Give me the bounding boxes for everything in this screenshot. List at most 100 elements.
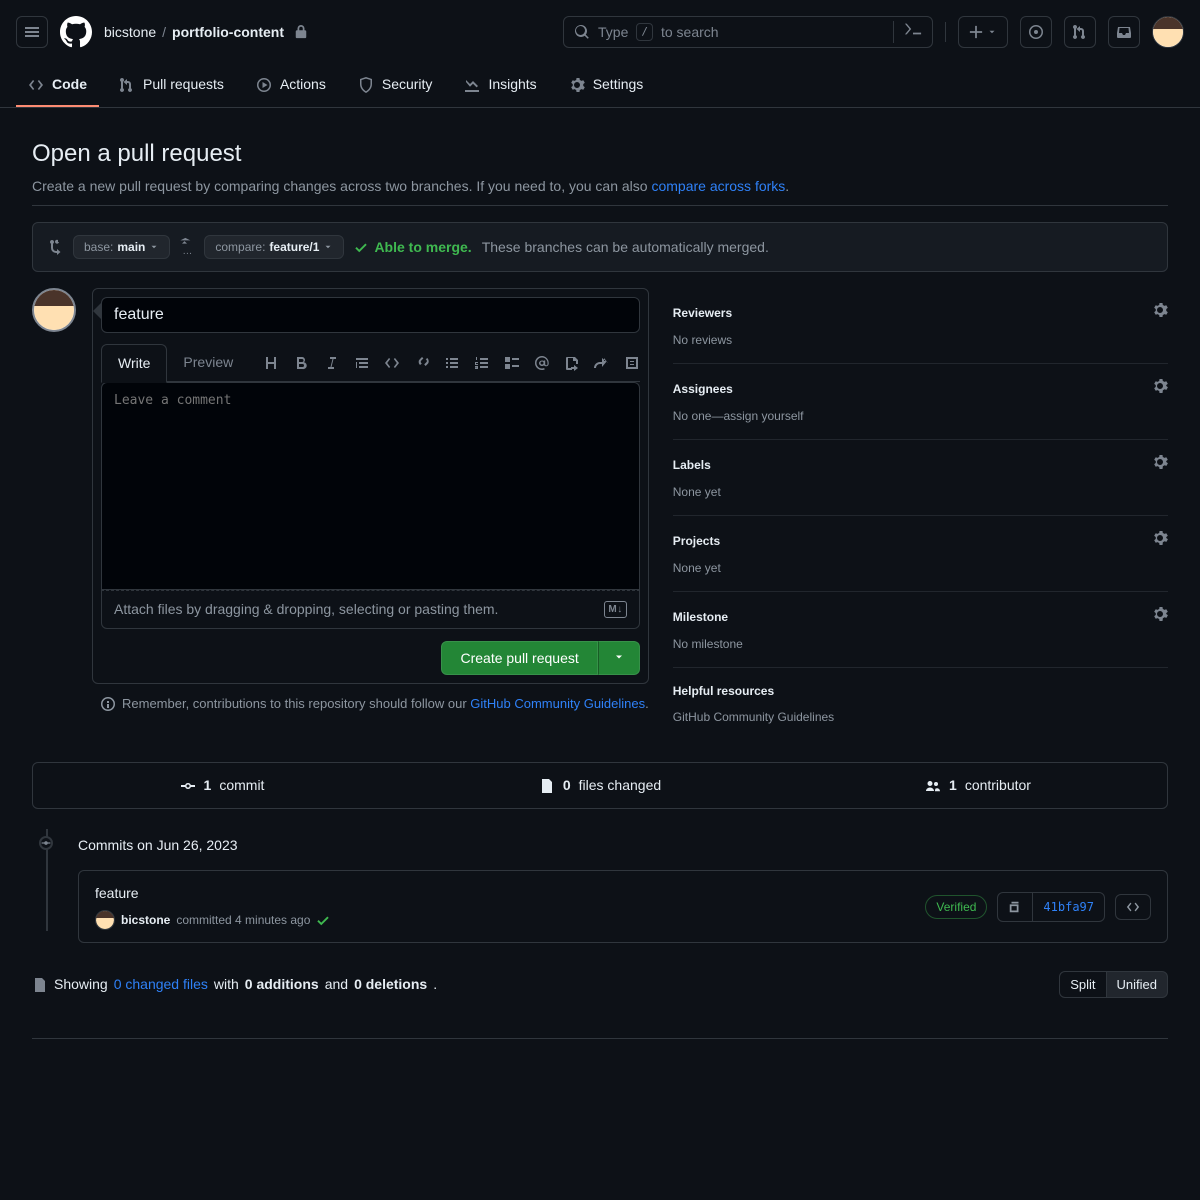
base-branch-selector[interactable]: base: main	[73, 235, 170, 259]
inbox-icon	[1116, 24, 1132, 40]
create-pr-button[interactable]: Create pull request	[441, 641, 597, 675]
tab-actions[interactable]: Actions	[244, 64, 338, 107]
timeline-dot-icon	[39, 836, 53, 850]
cross-reference-icon[interactable]	[564, 355, 580, 371]
commit-title[interactable]: feature	[95, 883, 330, 904]
people-icon	[925, 778, 941, 794]
page-subtitle: Create a new pull request by comparing c…	[32, 176, 1168, 197]
commit-group-header: Commits on Jun 26, 2023	[56, 829, 1168, 870]
compare-range-bar: base: main … compare: feature/1 Able to …	[32, 222, 1168, 272]
diff-icon[interactable]	[624, 355, 640, 371]
commit-author-avatar[interactable]	[95, 910, 115, 930]
create-pr-dropdown[interactable]	[598, 641, 640, 675]
pull-requests-button[interactable]	[1064, 16, 1096, 48]
community-guidelines-link[interactable]: GitHub Community Guidelines	[470, 696, 645, 711]
file-diff-icon	[539, 778, 555, 794]
tab-preview[interactable]: Preview	[167, 344, 249, 381]
reviewers-header[interactable]: Reviewers	[673, 304, 732, 322]
git-pull-request-icon	[1072, 24, 1088, 40]
browse-code-button[interactable]	[1115, 894, 1151, 920]
diff-summary: Showing 0 changed files with 0 additions…	[32, 971, 1168, 998]
mention-icon[interactable]	[534, 355, 550, 371]
stat-files[interactable]: 0 files changed	[411, 763, 789, 808]
stat-contributors[interactable]: 1 contributor	[789, 763, 1167, 808]
milestone-header[interactable]: Milestone	[673, 608, 728, 626]
chevron-down-icon	[613, 651, 625, 663]
tab-settings[interactable]: Settings	[557, 64, 656, 107]
author-avatar	[32, 288, 76, 332]
lock-icon	[294, 25, 308, 39]
commit-author[interactable]: bicstone	[121, 911, 170, 929]
copy-sha-button[interactable]	[997, 892, 1033, 922]
pr-title-input[interactable]	[101, 297, 640, 333]
verified-badge[interactable]: Verified	[925, 895, 987, 919]
command-palette-icon[interactable]	[893, 21, 922, 43]
issue-icon	[1028, 24, 1044, 40]
copy-icon	[1008, 900, 1022, 914]
gear-icon[interactable]	[1152, 454, 1168, 475]
labels-header[interactable]: Labels	[673, 456, 711, 474]
info-icon	[100, 696, 116, 712]
pr-form: Write Preview	[92, 288, 649, 684]
ordered-list-icon[interactable]	[474, 355, 490, 371]
reply-icon[interactable]	[594, 355, 610, 371]
compare-branch-selector[interactable]: compare: feature/1	[204, 235, 344, 259]
git-compare-icon	[47, 239, 63, 255]
check-icon	[354, 240, 368, 254]
search-icon	[574, 24, 590, 40]
unordered-list-icon[interactable]	[444, 355, 460, 371]
assignees-header[interactable]: Assignees	[673, 380, 733, 398]
issues-button[interactable]	[1020, 16, 1052, 48]
file-diff-icon	[32, 977, 48, 993]
diff-mode-unified[interactable]: Unified	[1107, 971, 1168, 998]
plus-icon	[969, 25, 983, 39]
link-icon[interactable]	[414, 355, 430, 371]
help-guidelines-link[interactable]: GitHub Community Guidelines	[673, 710, 834, 724]
gear-icon[interactable]	[1152, 530, 1168, 551]
stat-commits[interactable]: 1 commit	[33, 763, 411, 808]
italic-icon[interactable]	[324, 355, 340, 371]
task-list-icon[interactable]	[504, 355, 520, 371]
user-avatar[interactable]	[1152, 16, 1184, 48]
commit-sha[interactable]: 41bfa97	[1033, 892, 1105, 922]
comment-textarea[interactable]	[102, 383, 639, 583]
tab-write[interactable]: Write	[101, 344, 167, 383]
gear-icon[interactable]	[1152, 606, 1168, 627]
quote-icon[interactable]	[354, 355, 370, 371]
bold-icon[interactable]	[294, 355, 310, 371]
menu-icon	[24, 24, 40, 40]
gear-icon[interactable]	[1152, 302, 1168, 323]
breadcrumb: bicstone / portfolio-content	[104, 22, 308, 43]
repo-nav: Code Pull requests Actions Security Insi…	[0, 64, 1200, 108]
heading-icon[interactable]	[264, 355, 280, 371]
commit-row: feature bicstone committed 4 minutes ago…	[78, 870, 1168, 943]
tab-pull-requests[interactable]: Pull requests	[107, 64, 236, 107]
hamburger-button[interactable]	[16, 16, 48, 48]
repo-owner[interactable]: bicstone	[104, 22, 156, 43]
projects-header[interactable]: Projects	[673, 532, 720, 550]
notifications-button[interactable]	[1108, 16, 1140, 48]
check-icon	[316, 913, 330, 927]
swap-branches[interactable]: …	[180, 237, 194, 257]
search-input[interactable]: Type / to search	[563, 16, 933, 48]
attach-hint[interactable]: Attach files by dragging & dropping, sel…	[101, 590, 640, 629]
commits-timeline: Commits on Jun 26, 2023 feature bicstone…	[32, 829, 1168, 943]
tab-security[interactable]: Security	[346, 64, 445, 107]
chevron-down-icon	[149, 242, 159, 252]
tab-insights[interactable]: Insights	[452, 64, 548, 107]
code-icon[interactable]	[384, 355, 400, 371]
page-title: Open a pull request	[32, 136, 1168, 172]
tab-code[interactable]: Code	[16, 64, 99, 107]
markdown-icon[interactable]: M↓	[604, 601, 626, 618]
compare-across-forks-link[interactable]: compare across forks	[651, 178, 785, 194]
repo-name[interactable]: portfolio-content	[172, 22, 284, 43]
create-new-button[interactable]	[958, 16, 1008, 48]
markdown-toolbar	[264, 355, 640, 371]
commit-icon	[180, 778, 196, 794]
diff-mode-split[interactable]: Split	[1059, 971, 1106, 998]
changed-files-link[interactable]: 0 changed files	[114, 974, 208, 995]
gear-icon[interactable]	[1152, 378, 1168, 399]
assign-yourself-link[interactable]: assign yourself	[723, 409, 803, 423]
github-logo[interactable]	[60, 16, 92, 48]
slash-key: /	[636, 23, 653, 42]
